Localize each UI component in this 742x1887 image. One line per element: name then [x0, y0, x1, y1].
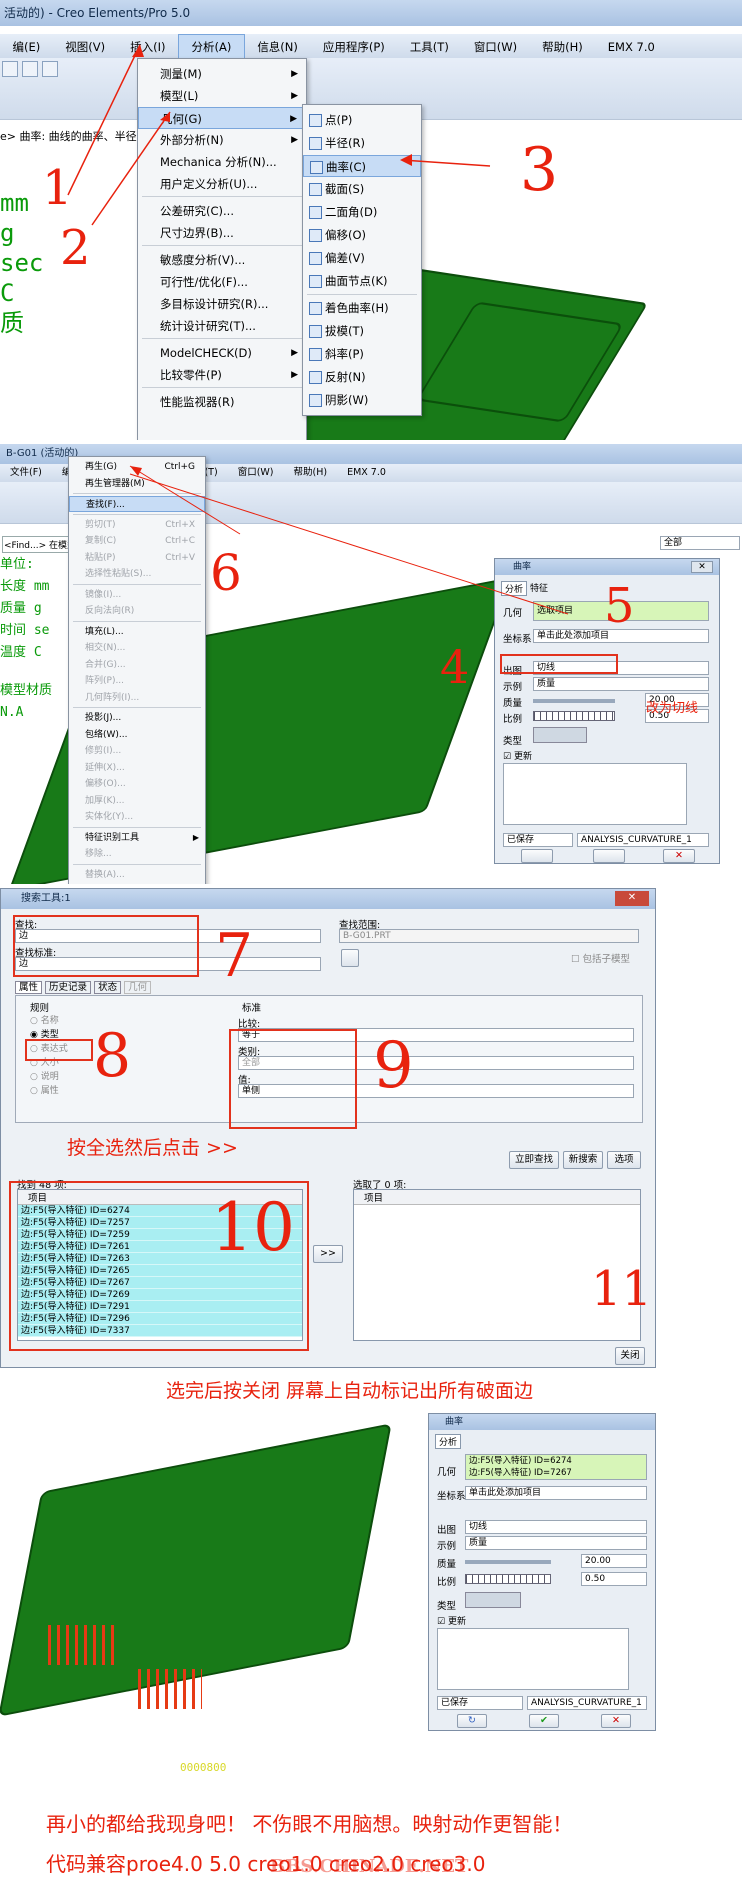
section-2: B-G01 (活动的) 文件(F)编辑(E)应用程序(P)工具(T)窗口(W)帮… [0, 444, 742, 884]
cancel-button[interactable]: ✕ [601, 1714, 631, 1728]
ratio-scale[interactable] [465, 1574, 551, 1584]
include-submodels[interactable]: ☐ 包括子模型 [571, 951, 630, 965]
rule-label: 属性 [40, 1086, 59, 1096]
rule-radio[interactable]: ○ 名称 [30, 1014, 150, 1028]
tab-analysis[interactable]: 分析 [435, 1434, 462, 1449]
items-header: 项目 [354, 1190, 640, 1205]
analysis-name[interactable]: ANALYSIS_CURVATURE_1 [527, 1696, 647, 1710]
edge-markers-1 [48, 1625, 118, 1665]
update-checkbox[interactable]: ☑ 更新 [437, 1614, 466, 1627]
radio-icon: ○ [30, 1086, 41, 1096]
repaint-button[interactable]: ↻ [457, 1714, 487, 1728]
find-now-button[interactable]: 立即查找 [509, 1151, 559, 1169]
annotation-arrows [67, 44, 491, 226]
pick-arrow-button[interactable] [341, 949, 359, 967]
annotation-arrows [129, 465, 569, 615]
show-select[interactable]: 质量 [465, 1536, 647, 1550]
tab-bar: 属性 历史记录 状态 几何 [15, 979, 152, 995]
geom-item: 边:F5(导入特征) ID=7267 [469, 1468, 572, 1478]
saved-select[interactable]: 已保存 [437, 1696, 523, 1710]
annotation-5: 5 [604, 578, 635, 634]
curvature-dialog: 曲率 分析 几何 边:F5(导入特征) ID=6274 边:F5(导入特征) I… [428, 1413, 656, 1731]
watermark: BBS.CHINADE.NET [270, 1856, 469, 1877]
dialog-title: 搜索工具:1 [1, 889, 655, 909]
radio-icon: ○ [30, 1016, 41, 1026]
annotation-1: 1 [42, 160, 73, 216]
rules-label: 规则 [30, 1003, 50, 1014]
move-selected-button[interactable]: >> [313, 1245, 343, 1263]
annotation-8: 8 [93, 1021, 132, 1091]
ratio-value[interactable]: 0.50 [581, 1572, 647, 1586]
caption-slogan: 再小的都给我现身吧！ 不伤眼不用脑想。映射动作更智能！ [46, 1812, 573, 1836]
annotation-10: 10 [211, 1189, 295, 1266]
radio-icon: ○ [30, 1072, 41, 1082]
tab-geometry[interactable]: 几何 [124, 981, 152, 994]
model-tag: 0000800 [180, 1761, 227, 1774]
rule-label: 名称 [40, 1016, 59, 1026]
quality-label: 质量 [437, 1559, 457, 1570]
caption-close-hint: 选完后按关闭 屏幕上自动标记出所有破面边 [166, 1380, 534, 1402]
rule-radio[interactable]: ○ 说明 [30, 1070, 150, 1084]
section-4: 0000800 曲率 分析 几何 边:F5(导入特征) ID=6274 边:F5… [0, 1405, 742, 1795]
out-label: 出图 [437, 1525, 457, 1536]
type-highlight [25, 1039, 93, 1061]
geom-label: 几何 [437, 1467, 457, 1478]
csys-collector[interactable]: 单击此处添加项目 [465, 1486, 647, 1500]
section-1: 活动的) - Creo Elements/Pro 5.0 编(E) 视图(V) 插入… [0, 0, 742, 440]
annotation-2: 2 [60, 220, 91, 276]
dialog-title: 曲率 [429, 1414, 655, 1430]
standard-label: 标准 [242, 1003, 262, 1014]
note-select-all: 按全选然后点击 >> [67, 1137, 238, 1159]
annotation-4: 4 [440, 640, 470, 694]
close-button[interactable]: 关闭 [615, 1347, 645, 1365]
quality-value[interactable]: 20.00 [581, 1554, 647, 1568]
update-label: 更新 [447, 1617, 466, 1627]
rule-radio[interactable]: ○ 属性 [30, 1084, 150, 1098]
tab-attributes[interactable]: 属性 [15, 981, 43, 994]
annotation-11: 11 [591, 1261, 653, 1317]
annotation-3: 3 [520, 135, 559, 205]
ok-button[interactable]: ✔ [529, 1714, 559, 1728]
new-search-button[interactable]: 新搜索 [563, 1151, 603, 1169]
geom-collector[interactable]: 边:F5(导入特征) ID=6274 边:F5(导入特征) ID=7267 [465, 1454, 647, 1480]
rule-label: 说明 [40, 1072, 59, 1082]
edge-markers-2 [138, 1669, 202, 1709]
tab-history[interactable]: 历史记录 [45, 981, 92, 994]
annotation-9: 9 [373, 1029, 414, 1103]
standard-highlight [229, 1029, 357, 1129]
out-select[interactable]: 切线 [465, 1520, 647, 1534]
ratio-label: 比例 [437, 1577, 457, 1588]
close-icon[interactable]: ✕ [615, 891, 649, 906]
geom-item: 边:F5(导入特征) ID=6274 [469, 1456, 572, 1466]
scope-select[interactable]: B-G01.PRT [339, 929, 639, 943]
result-area [437, 1628, 629, 1690]
search-tool-dialog: 搜索工具:1 ✕ 查找: 边 查找标准: 边 查找范围: B-G01.PRT ☐… [0, 888, 656, 1368]
find-highlight [13, 915, 199, 977]
quality-slider[interactable] [465, 1560, 551, 1564]
options-button[interactable]: 选项 [607, 1151, 641, 1169]
type-label: 类型 [437, 1601, 457, 1612]
tab-status[interactable]: 状态 [94, 981, 122, 994]
csys-label: 坐标系 [437, 1491, 466, 1502]
show-label: 示例 [437, 1541, 457, 1552]
annotation-6: 6 [210, 544, 242, 602]
annotation-7: 7 [215, 921, 254, 991]
type-buttons[interactable] [465, 1592, 521, 1608]
